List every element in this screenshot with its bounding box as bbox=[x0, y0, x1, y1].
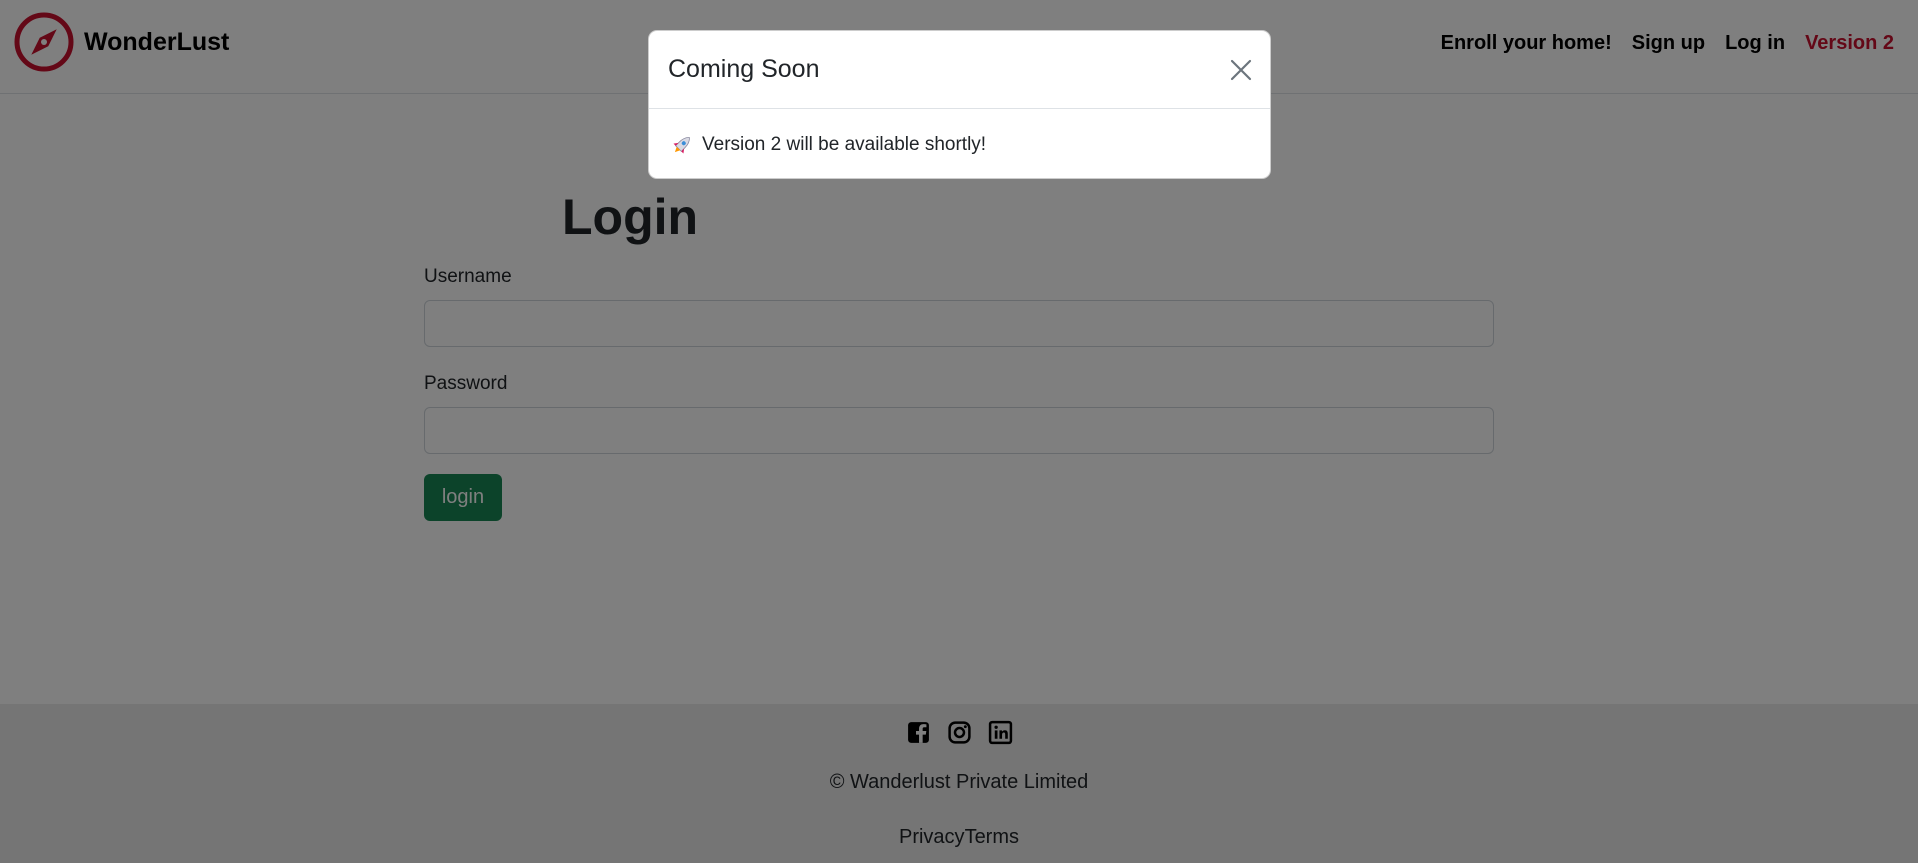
modal-title: Coming Soon bbox=[668, 55, 820, 83]
coming-soon-modal: Coming Soon Version 2 will be available … bbox=[648, 30, 1271, 179]
modal-close-button[interactable] bbox=[1228, 57, 1254, 83]
rocket-icon bbox=[673, 137, 690, 154]
modal-message: Version 2 will be available shortly! bbox=[702, 134, 987, 155]
modal-message-row: Version 2 will be available shortly! bbox=[670, 133, 986, 157]
modal-body: Version 2 will be available shortly! bbox=[649, 109, 1270, 178]
close-icon bbox=[1230, 59, 1252, 81]
modal-header: Coming Soon bbox=[649, 31, 1270, 109]
